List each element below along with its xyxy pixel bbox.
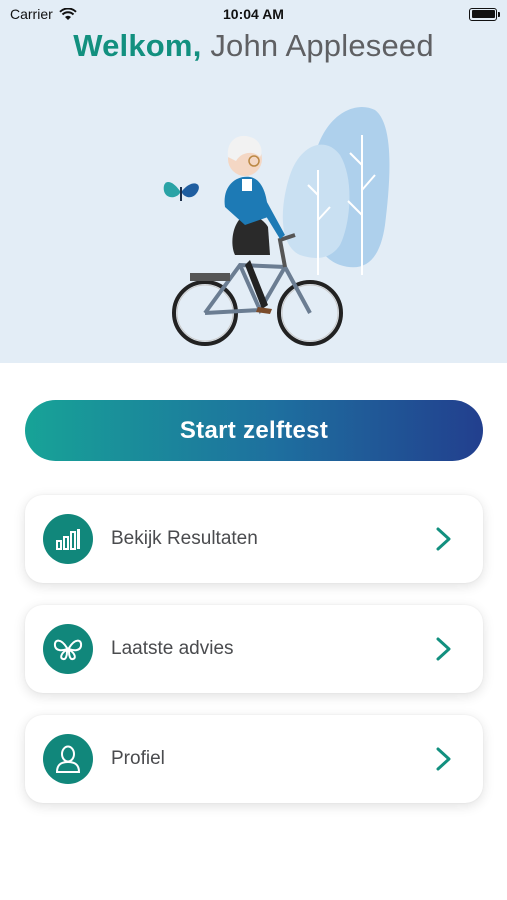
user-name: John Appleseed [210,28,434,63]
status-bar: Carrier 10:04 AM [0,0,507,28]
welcome-word: Welkom, [73,28,202,63]
hero-banner: Welkom, John Appleseed [0,0,507,363]
chevron-right-icon [436,527,451,551]
elderly-cyclist-illustration [163,107,390,346]
wifi-icon [59,7,77,20]
menu-item-label: Laatste advies [111,638,234,659]
bar-chart-icon [43,514,93,564]
battery-icon [469,7,500,21]
chevron-right-icon [436,637,451,661]
welcome-heading: Welkom, John Appleseed [0,28,507,64]
menu-item-profile[interactable]: Profiel [25,715,483,803]
menu-item-latest-advice[interactable]: Laatste advies [25,605,483,693]
menu-item-label: Profiel [111,748,165,769]
start-selftest-button[interactable]: Start zelftest [25,400,483,461]
chevron-right-icon [436,747,451,771]
menu-item-label: Bekijk Resultaten [111,528,258,549]
tree-icon [282,107,390,275]
butterfly-icon [163,181,199,201]
person-icon [43,734,93,784]
menu-item-results[interactable]: Bekijk Resultaten [25,495,483,583]
butterfly-icon [43,624,93,674]
carrier-label: Carrier [10,6,53,22]
